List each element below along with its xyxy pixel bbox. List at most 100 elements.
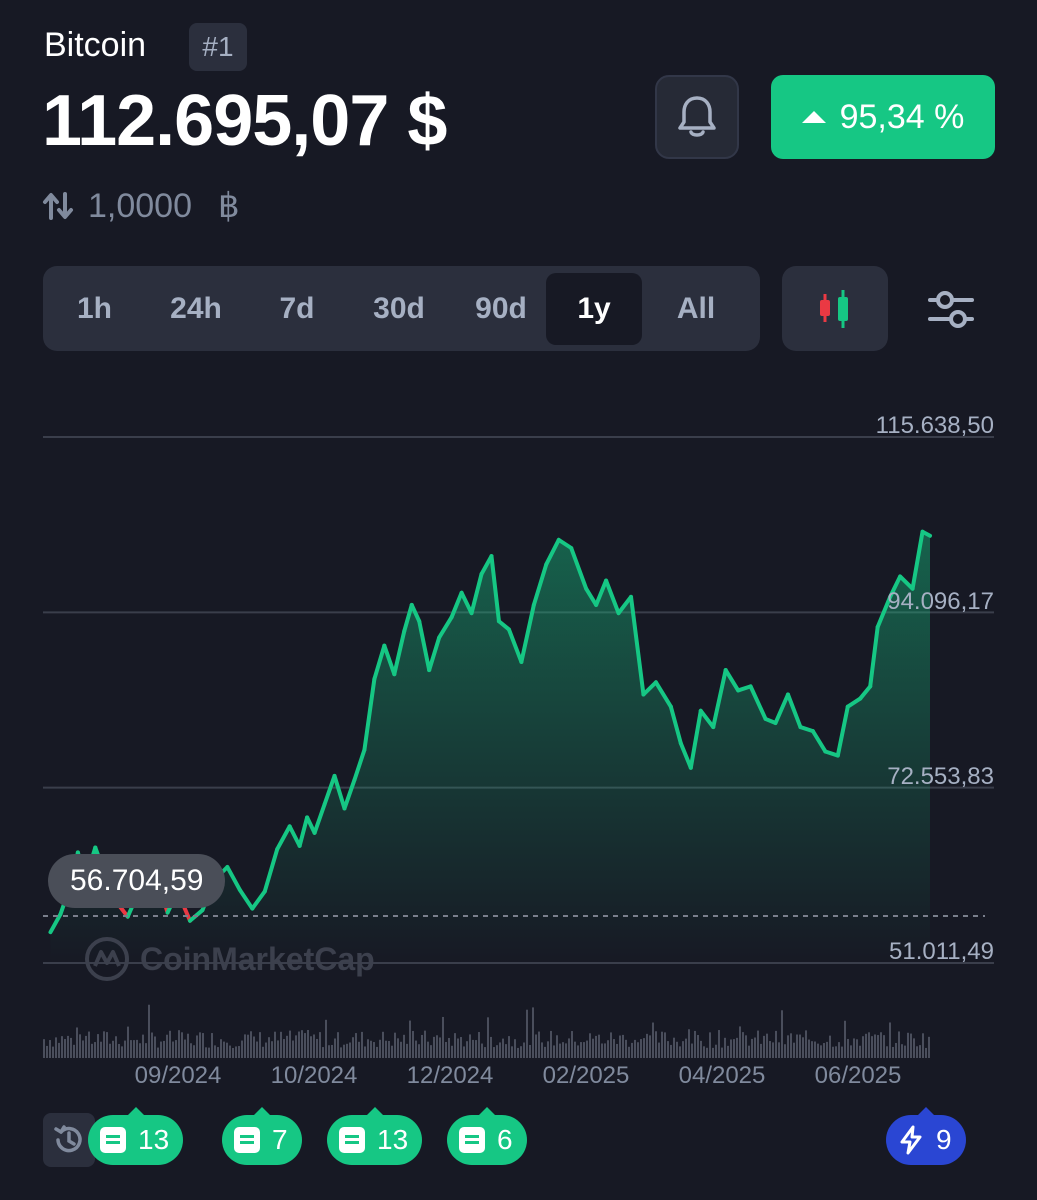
volume-bar bbox=[52, 1046, 54, 1058]
volume-bar bbox=[478, 1032, 480, 1058]
volume-bar bbox=[232, 1047, 234, 1058]
volume-bar bbox=[769, 1041, 771, 1058]
volume-bar bbox=[793, 1042, 795, 1058]
tab-all[interactable]: All bbox=[642, 273, 750, 345]
volume-bar bbox=[709, 1032, 711, 1058]
tab-1y[interactable]: 1y bbox=[546, 272, 642, 345]
volume-bar bbox=[439, 1037, 441, 1058]
volume-bar bbox=[874, 1034, 876, 1058]
volume-bar bbox=[910, 1033, 912, 1058]
volume-bar bbox=[583, 1042, 585, 1058]
volume-bar bbox=[64, 1039, 66, 1058]
volume-bar bbox=[361, 1031, 363, 1058]
volume-bar bbox=[631, 1042, 633, 1058]
price-conversion[interactable]: 1,0000 ฿ bbox=[42, 186, 240, 226]
news-events-pill[interactable]: 7 bbox=[222, 1107, 302, 1165]
volume-bar bbox=[103, 1031, 105, 1058]
volume-bar bbox=[763, 1035, 765, 1058]
x-tick-label: 02/2025 bbox=[542, 1062, 630, 1089]
volume-bar bbox=[637, 1042, 639, 1058]
tab-30d[interactable]: 30d bbox=[342, 273, 456, 345]
volume-bar bbox=[415, 1040, 417, 1058]
volume-bar bbox=[214, 1045, 216, 1058]
volume-bar bbox=[283, 1039, 285, 1058]
volume-bar bbox=[817, 1043, 819, 1058]
volume-bar bbox=[706, 1047, 708, 1058]
volume-bar bbox=[46, 1045, 48, 1058]
volume-bar bbox=[505, 1044, 507, 1058]
chart-settings-button[interactable] bbox=[918, 278, 984, 340]
volume-bar bbox=[226, 1042, 228, 1058]
x-tick-label: 10/2024 bbox=[270, 1062, 358, 1089]
volume-bar bbox=[259, 1032, 261, 1058]
volume-bar bbox=[892, 1046, 894, 1058]
volume-bar bbox=[157, 1047, 159, 1058]
volume-bar bbox=[598, 1034, 600, 1058]
volume-bar bbox=[724, 1037, 726, 1058]
volume-bar bbox=[133, 1040, 135, 1058]
volume-bar bbox=[913, 1038, 915, 1058]
volume-bar bbox=[352, 1037, 354, 1058]
volume-bar bbox=[397, 1038, 399, 1058]
volume-bar bbox=[388, 1040, 390, 1058]
volume-bar bbox=[676, 1041, 678, 1058]
volume-bar bbox=[118, 1043, 120, 1058]
volume-bar bbox=[562, 1042, 564, 1058]
volume-bar bbox=[832, 1046, 834, 1058]
volume-bar bbox=[805, 1030, 807, 1058]
volume-bar bbox=[481, 1043, 483, 1058]
volume-bar bbox=[304, 1033, 306, 1058]
volume-bar bbox=[589, 1033, 591, 1058]
sliders-icon bbox=[928, 291, 974, 328]
volume-bar bbox=[856, 1039, 858, 1058]
volume-bar bbox=[718, 1030, 720, 1058]
volume-bar bbox=[553, 1045, 555, 1058]
note-icon bbox=[100, 1127, 126, 1153]
volume-bar bbox=[736, 1037, 738, 1058]
volume-bar bbox=[469, 1034, 471, 1058]
volume-bar bbox=[382, 1031, 384, 1058]
volume-bar bbox=[67, 1035, 69, 1058]
volume-bar bbox=[721, 1047, 723, 1058]
volume-bar bbox=[379, 1039, 381, 1058]
volume-bar bbox=[151, 1032, 153, 1058]
coinmarketcap-watermark: CoinMarketCap bbox=[84, 936, 375, 982]
news-count: 13 bbox=[138, 1124, 170, 1155]
volume-bar bbox=[787, 1035, 789, 1058]
volume-bar bbox=[568, 1038, 570, 1058]
tab-1h[interactable]: 1h bbox=[49, 273, 140, 345]
flash-count: 9 bbox=[936, 1124, 952, 1155]
volume-bar bbox=[325, 1019, 327, 1058]
volume-bar bbox=[547, 1041, 549, 1058]
volume-bar bbox=[235, 1046, 237, 1058]
volume-bar bbox=[757, 1030, 759, 1058]
tab-24h[interactable]: 24h bbox=[140, 273, 252, 345]
volume-bar bbox=[430, 1045, 432, 1058]
news-events-pill[interactable]: 13 bbox=[327, 1107, 423, 1165]
volume-bar bbox=[418, 1044, 420, 1058]
price-chart[interactable]: 115.638,50 94.096,17 72.553,83 51.011,49… bbox=[0, 400, 1037, 1100]
volume-bar bbox=[916, 1046, 918, 1058]
volume-bar bbox=[127, 1026, 129, 1058]
volume-bar bbox=[784, 1044, 786, 1058]
tab-7d[interactable]: 7d bbox=[252, 273, 342, 345]
coinmarketcap-logo bbox=[85, 937, 129, 981]
y-tick-label: 94.096,17 bbox=[887, 588, 994, 615]
volume-bar bbox=[511, 1046, 513, 1058]
coin-name: Bitcoin bbox=[44, 26, 147, 64]
volume-bar bbox=[799, 1034, 801, 1058]
flash-events-pill[interactable]: 9 bbox=[886, 1107, 966, 1165]
news-events-pill[interactable]: 6 bbox=[447, 1107, 527, 1165]
volume-bar bbox=[820, 1045, 822, 1058]
volume-bar bbox=[901, 1044, 903, 1058]
price-alert-button[interactable] bbox=[655, 75, 739, 159]
news-events-pill[interactable]: 13 bbox=[88, 1107, 184, 1165]
volume-bar bbox=[493, 1047, 495, 1058]
volume-bar bbox=[634, 1039, 636, 1058]
volume-bar bbox=[97, 1034, 99, 1058]
volume-bar bbox=[286, 1035, 288, 1058]
volume-bar bbox=[79, 1034, 81, 1058]
price-chart-svg[interactable] bbox=[0, 400, 1037, 1100]
candlestick-toggle-button[interactable] bbox=[782, 266, 888, 351]
tab-90d[interactable]: 90d bbox=[456, 273, 546, 345]
